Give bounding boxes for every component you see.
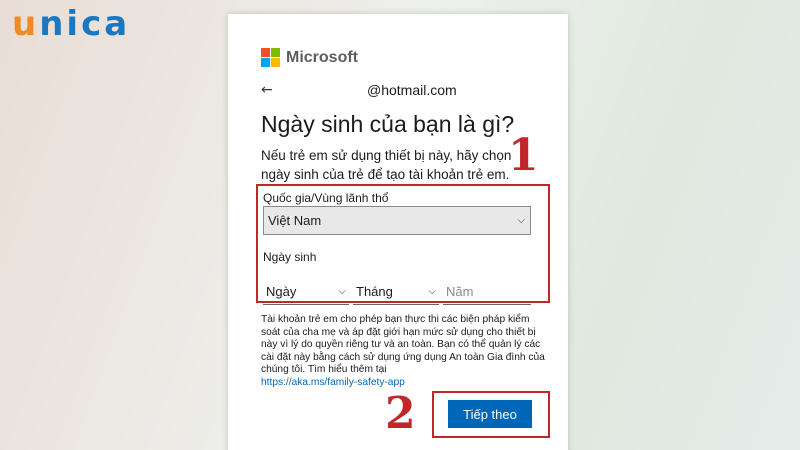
identity-row: ← @hotmail.com (261, 82, 551, 98)
account-email: @hotmail.com (367, 82, 457, 98)
unica-watermark-logo: unica (12, 4, 131, 44)
annotation-box-step-1 (256, 184, 550, 303)
child-account-info: Tài khoản trẻ em cho phép bạn thực thi c… (261, 314, 551, 389)
back-arrow-icon[interactable]: ← (261, 82, 281, 98)
annotation-number-2: 2 (385, 388, 416, 439)
annotation-number-1: 1 (508, 130, 539, 181)
annotation-box-step-2 (432, 391, 550, 438)
page-title: Ngày sinh của bạn là gì? (261, 111, 515, 137)
brand-name: Microsoft (286, 48, 358, 66)
page-description: Nếu trẻ em sử dụng thiết bị này, hãy chọ… (261, 148, 512, 182)
microsoft-logo-row: Microsoft (261, 48, 358, 67)
microsoft-logo-icon (261, 48, 280, 67)
